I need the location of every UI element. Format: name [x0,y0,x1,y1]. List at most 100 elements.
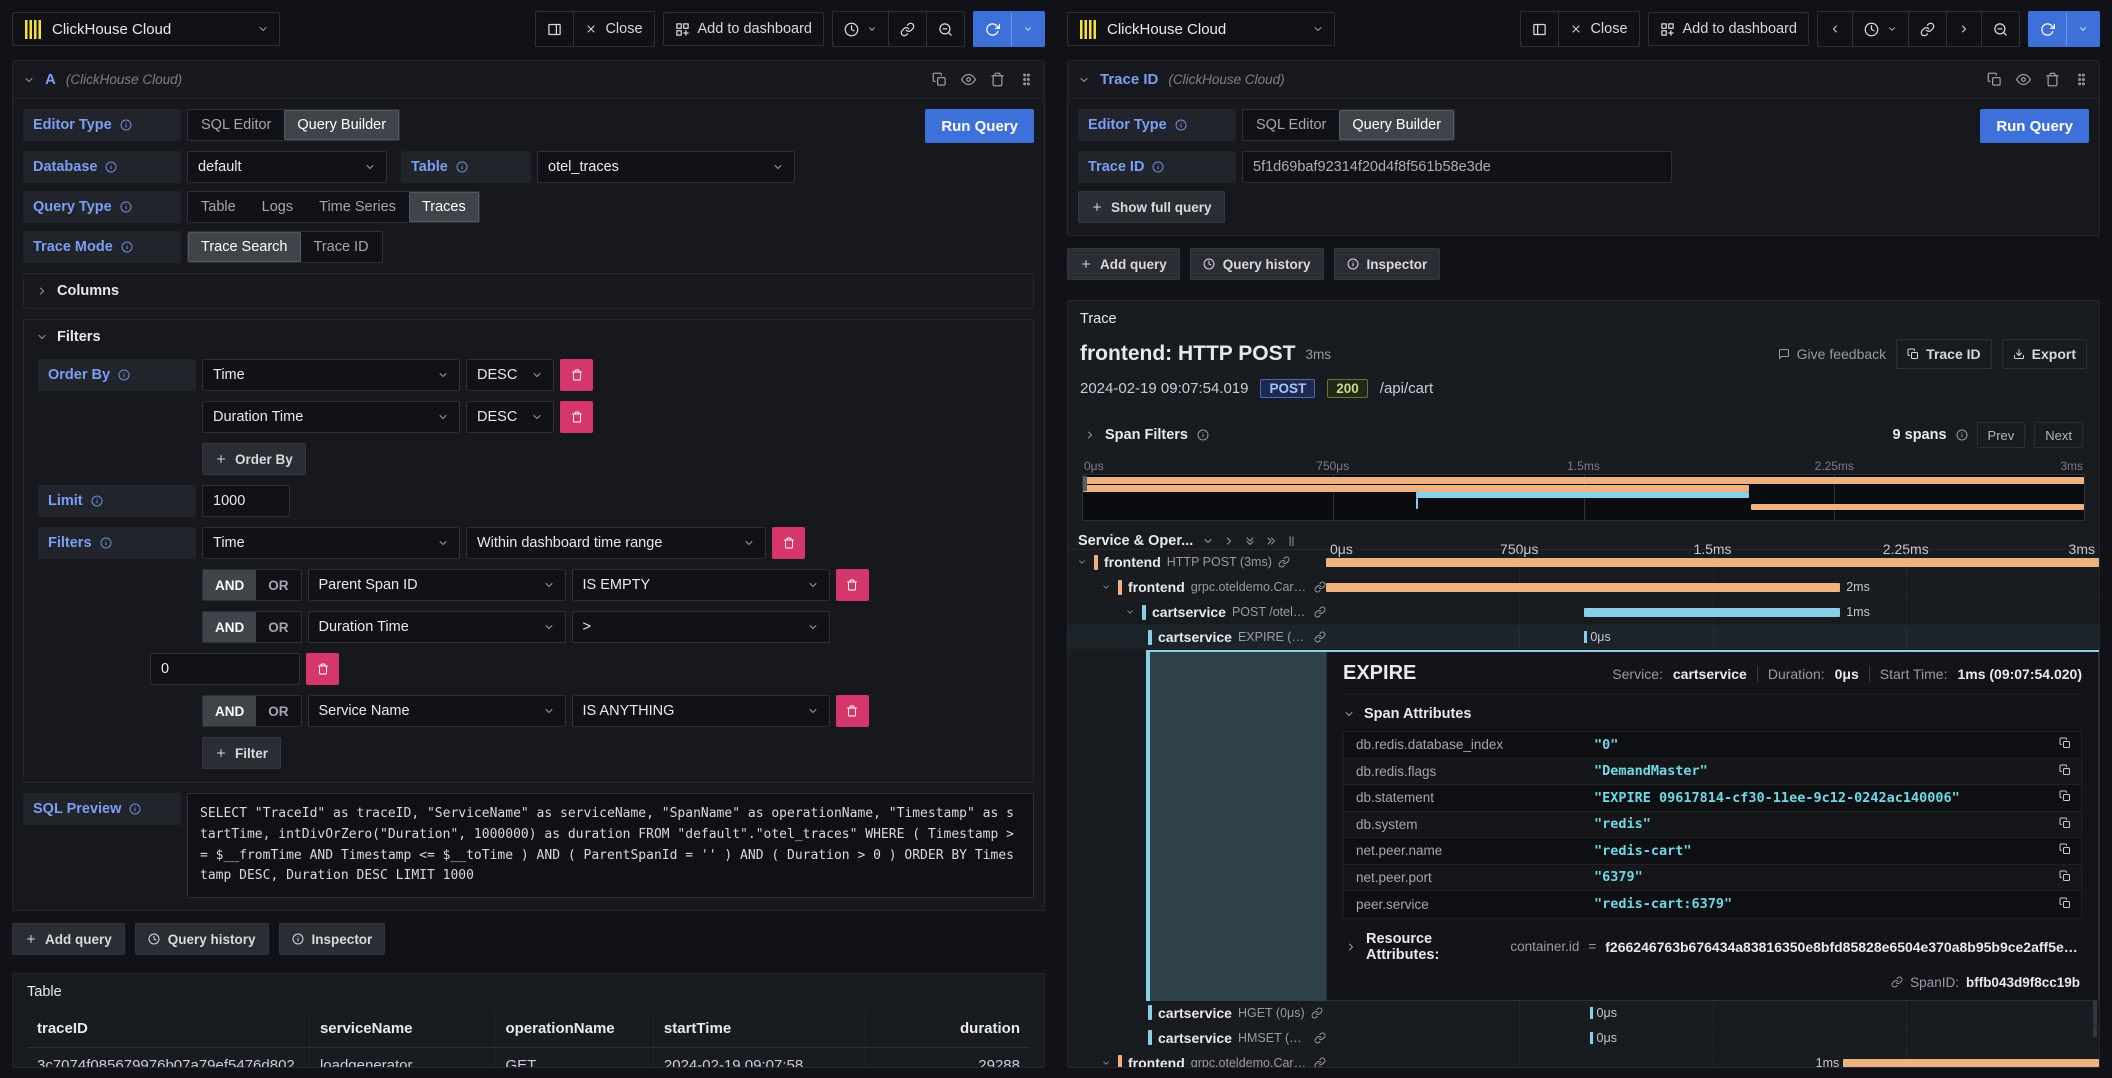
column-header-servicename[interactable]: serviceName [309,1012,495,1048]
add-to-dashboard-button[interactable]: Add to dashboard [663,12,824,46]
duplicate-query-icon[interactable] [1987,72,2002,87]
query-builder-option[interactable]: Query Builder [284,110,399,140]
span-row-cartservice-post[interactable]: cartservicePOST /oteldemo 1ms [1068,600,2099,625]
query-history-button[interactable]: Query history [135,923,269,955]
span-row-frontend-http-post[interactable]: frontendHTTP POST (3ms) [1068,550,2099,575]
span-tick[interactable] [1584,631,1587,643]
export-button[interactable]: Export [2002,339,2087,369]
close-button[interactable]: Close [573,12,653,46]
zoom-out-button[interactable] [1981,12,2019,46]
copy-icon[interactable] [2049,736,2081,753]
and-option[interactable]: AND [203,696,256,726]
filter-field-select[interactable]: Time [202,527,460,559]
column-header-starttime[interactable]: startTime [653,1012,865,1048]
filter-field-select[interactable]: Service Name [308,695,566,727]
remove-order-by-button[interactable] [560,359,593,391]
datasource-picker[interactable]: ClickHouse Cloud [12,12,280,46]
filter-value-input[interactable] [150,653,300,685]
and-option[interactable]: AND [203,612,256,642]
span-attributes-toggle[interactable]: Span Attributes [1343,706,2082,722]
column-resizer-handle[interactable]: ‖ [1288,534,1293,549]
span-link-icon[interactable] [1311,1007,1323,1019]
span-tick[interactable] [1590,1007,1593,1019]
chevron-down-icon[interactable] [1124,607,1136,617]
drag-handle-icon[interactable] [1019,72,1034,87]
drag-handle-icon[interactable] [2074,72,2089,87]
time-range-button[interactable] [1852,12,1908,46]
filter-op-select[interactable]: Within dashboard time range [466,527,766,559]
trace-mode-id[interactable]: Trace ID [301,232,382,262]
collapse-panel-button[interactable] [536,12,573,46]
column-header-traceid[interactable]: traceID [27,1012,309,1048]
span-bar[interactable] [1326,583,1840,592]
copy-icon[interactable] [2049,869,2081,886]
or-option[interactable]: OR [256,570,300,600]
order-by-dir-select[interactable]: DESC [466,359,554,391]
share-link-button[interactable] [888,12,926,46]
add-order-by-button[interactable]: Order By [202,443,306,475]
query-type-traces[interactable]: Traces [409,192,479,222]
chevron-down-icon[interactable] [1100,582,1112,592]
time-shift-forward-button[interactable] [1946,12,1981,46]
span-link-icon[interactable] [1314,581,1326,593]
time-range-button[interactable] [833,12,888,46]
chevron-right-icon[interactable] [1223,535,1235,547]
span-bar[interactable] [1843,1059,2099,1068]
add-query-button[interactable]: Add query [12,923,125,955]
run-query-button[interactable]: Run Query [1980,109,2089,143]
limit-input[interactable] [202,485,290,517]
refresh-button[interactable] [974,12,1011,46]
query-header-traceid[interactable]: Trace ID (ClickHouse Cloud) [1068,61,2099,99]
chevron-down-icon[interactable] [1202,535,1214,547]
filter-field-select[interactable]: Duration Time [308,611,566,643]
add-query-button[interactable]: Add query [1067,248,1180,280]
datasource-picker[interactable]: ClickHouse Cloud [1067,12,1335,46]
delete-query-icon[interactable] [2045,72,2060,87]
filter-op-select[interactable]: > [572,611,830,643]
resource-attributes-toggle[interactable]: Resource Attributes: container.id = f266… [1343,919,2082,967]
inspector-button[interactable]: Inspector [279,923,386,955]
span-row-cartservice-hget[interactable]: cartserviceHGET (0μs) 0μs [1068,1001,2099,1026]
prev-span-button[interactable]: Prev [1977,422,2026,448]
or-option[interactable]: OR [256,612,300,642]
remove-filter-button[interactable] [836,695,869,727]
order-by-field-select[interactable]: Duration Time [202,401,460,433]
trace-mode-search[interactable]: Trace Search [188,232,301,262]
next-span-button[interactable]: Next [2034,422,2083,448]
inspector-button[interactable]: Inspector [1334,248,1441,280]
give-feedback-link[interactable]: Give feedback [1778,346,1887,362]
link-icon[interactable] [1891,976,1903,988]
and-option[interactable]: AND [203,570,256,600]
filter-op-select[interactable]: IS EMPTY [572,569,830,601]
run-query-button[interactable]: Run Query [925,109,1034,143]
span-tick[interactable] [1590,1032,1593,1044]
copy-icon[interactable] [2049,789,2081,806]
column-header-duration[interactable]: duration [865,1012,1030,1048]
span-row-cartservice-expire-selected[interactable]: cartserviceEXPIRE (0μs 0μs [1068,625,2099,650]
span-bar[interactable] [1326,558,2099,567]
query-header-a[interactable]: A (ClickHouse Cloud) [13,61,1044,99]
order-by-field-select[interactable]: Time [202,359,460,391]
add-filter-button[interactable]: Filter [202,737,281,769]
span-bar[interactable] [1584,608,1840,617]
remove-order-by-button[interactable] [560,401,593,433]
sql-editor-option[interactable]: SQL Editor [1243,110,1339,140]
sql-editor-option[interactable]: SQL Editor [188,110,284,140]
trace-id-button[interactable]: Trace ID [1896,339,1991,369]
or-option[interactable]: OR [256,696,300,726]
query-type-logs[interactable]: Logs [249,192,306,222]
refresh-interval-button[interactable] [2066,12,2099,46]
zoom-out-button[interactable] [926,12,964,46]
filters-toggle[interactable]: Filters [36,329,1021,345]
show-full-query-button[interactable]: Show full query [1078,191,1225,223]
filter-field-select[interactable]: Parent Span ID [308,569,566,601]
table-select[interactable]: otel_traces [537,151,795,183]
minimap-viewport[interactable] [1082,474,2085,521]
query-type-timeseries[interactable]: Time Series [306,192,409,222]
refresh-button[interactable] [2029,12,2066,46]
refresh-interval-button[interactable] [1011,12,1044,46]
query-type-table[interactable]: Table [188,192,249,222]
chevron-down-icon[interactable] [1076,557,1088,567]
span-row-cartservice-hmset[interactable]: cartserviceHMSET (0μs 0μs [1068,1026,2099,1051]
double-chevron-right-icon[interactable] [1265,535,1277,547]
